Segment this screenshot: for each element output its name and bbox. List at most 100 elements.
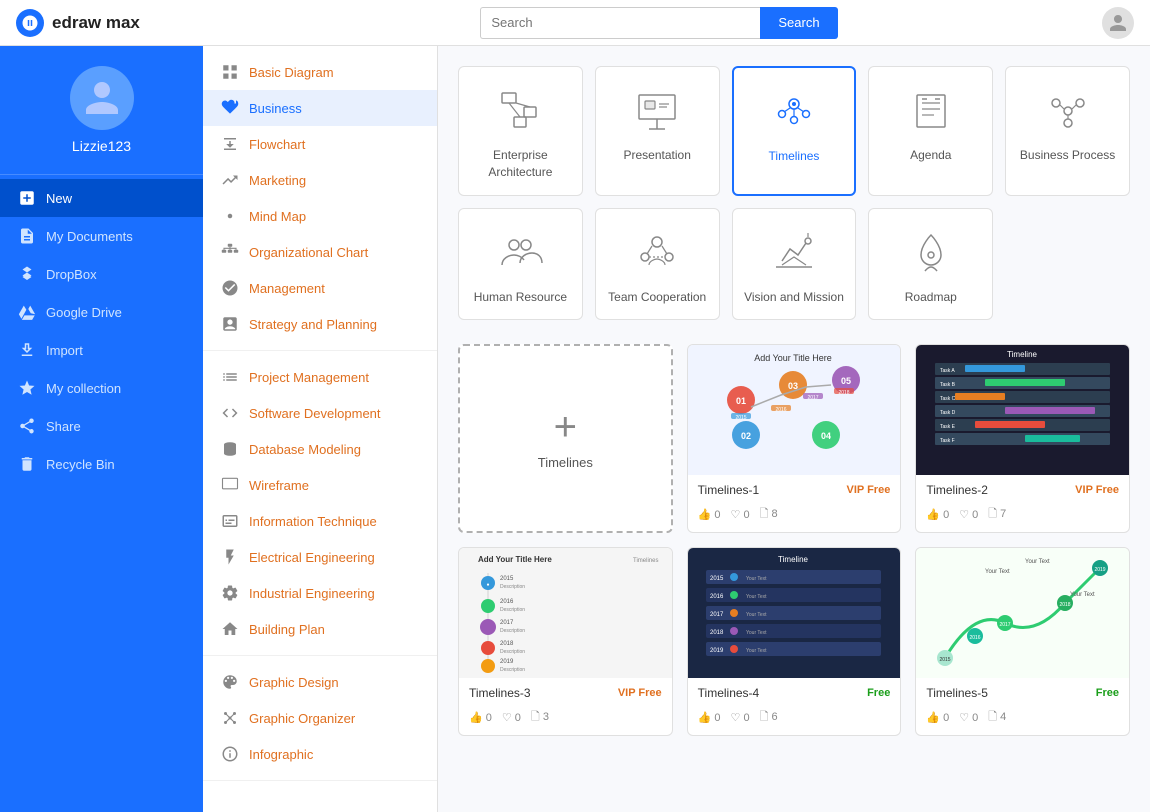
svg-text:Task A: Task A [940, 368, 955, 374]
add-new-template[interactable]: + Timelines [458, 344, 673, 533]
menu-item-electrical[interactable]: Electrical Engineering [203, 539, 437, 575]
cat-card-team-cooperation[interactable]: Team Cooperation [595, 208, 720, 321]
cat-card-timelines[interactable]: Timelines [732, 66, 857, 196]
cat-card-business-process[interactable]: Business Process [1005, 66, 1130, 196]
business-process-icon [1042, 85, 1094, 137]
svg-text:Your Text: Your Text [746, 648, 767, 654]
menu-label-db: Database Modeling [249, 442, 361, 457]
template-timelines-5[interactable]: Your Text Your Text Your Text 2017 2018 … [915, 547, 1130, 736]
svg-text:05: 05 [841, 376, 851, 386]
timelines-icon [768, 86, 820, 138]
svg-text:2015: 2015 [710, 576, 724, 582]
category-grid: EnterpriseArchitecture Presentation [458, 66, 1130, 320]
avatar [70, 66, 134, 130]
menu-item-building[interactable]: Building Plan [203, 611, 437, 647]
svg-text:2015: 2015 [736, 415, 747, 421]
timelines-3-preview: Add Your Title Here Timelines ● 2015 Des… [459, 548, 672, 678]
menu-item-db-modeling[interactable]: Database Modeling [203, 431, 437, 467]
sidebar-item-dropbox[interactable]: DropBox [0, 255, 203, 293]
svg-text:2017: 2017 [500, 620, 514, 626]
svg-text:Timelines: Timelines [633, 558, 658, 564]
svg-text:Your Text: Your Text [1070, 592, 1095, 598]
cat-card-roadmap[interactable]: Roadmap [868, 208, 993, 321]
timelines-3-copies: 🗋 3 [531, 708, 549, 727]
menu-item-graphic-design[interactable]: Graphic Design [203, 664, 437, 700]
timelines-1-copies: 🗋 8 [760, 505, 778, 524]
cat-label-team-cooperation: Team Cooperation [608, 289, 706, 306]
svg-text:Add Your Title Here: Add Your Title Here [478, 555, 552, 564]
menu-item-infographic[interactable]: Infographic [203, 736, 437, 772]
svg-text:Your Text: Your Text [746, 576, 767, 582]
template-timelines-1[interactable]: Add Your Title Here 01 03 05 02 04 20 [687, 344, 902, 533]
cat-card-vision-mission[interactable]: Vision and Mission [732, 208, 857, 321]
sidebar-item-import[interactable]: Import [0, 331, 203, 369]
sidebar: Lizzie123 New My Documents DropBox Googl… [0, 46, 203, 812]
menu-item-marketing[interactable]: Marketing [203, 162, 437, 198]
menu-item-project-mgmt[interactable]: Project Management [203, 359, 437, 395]
sidebar-item-label-share: Share [46, 419, 81, 434]
menu-item-wireframe[interactable]: Wireframe [203, 467, 437, 503]
search-input[interactable] [480, 7, 760, 39]
menu-item-info-tech[interactable]: Information Technique [203, 503, 437, 539]
template-timelines-3[interactable]: Add Your Title Here Timelines ● 2015 Des… [458, 547, 673, 736]
timelines-2-stats: 👍 0 ♡ 0 🗋 7 [916, 505, 1129, 532]
svg-text:Task C: Task C [940, 396, 956, 402]
sidebar-item-my-documents[interactable]: My Documents [0, 217, 203, 255]
cat-card-agenda[interactable]: Agenda [868, 66, 993, 196]
sidebar-item-share[interactable]: Share [0, 407, 203, 445]
svg-text:01: 01 [736, 396, 746, 406]
timelines-5-stats: 👍 0 ♡ 0 🗋 4 [916, 708, 1129, 735]
template-timelines-4[interactable]: Timeline 2015 Your Text 2016 Your Text 2… [687, 547, 902, 736]
cat-card-human-resource[interactable]: Human Resource [458, 208, 583, 321]
svg-text:2016: 2016 [776, 407, 787, 413]
user-avatar-icon[interactable] [1102, 7, 1134, 39]
menu-item-strategy[interactable]: Strategy and Planning [203, 306, 437, 342]
svg-text:04: 04 [821, 431, 831, 441]
main-layout: Lizzie123 New My Documents DropBox Googl… [0, 46, 1150, 812]
timelines-1-stats: 👍 0 ♡ 0 🗋 8 [688, 505, 901, 532]
sidebar-item-new[interactable]: New [0, 179, 203, 217]
cat-label-business-process: Business Process [1020, 147, 1115, 164]
menu-label-electrical: Electrical Engineering [249, 550, 375, 565]
vision-mission-icon [768, 227, 820, 279]
svg-text:Description: Description [500, 607, 525, 613]
cat-label-enterprise: EnterpriseArchitecture [488, 147, 552, 181]
content-area: EnterpriseArchitecture Presentation [438, 46, 1150, 812]
menu-item-industrial[interactable]: Industrial Engineering [203, 575, 437, 611]
sidebar-item-recycle-bin[interactable]: Recycle Bin [0, 445, 203, 483]
svg-text:Description: Description [500, 667, 525, 673]
cat-card-enterprise-architecture[interactable]: EnterpriseArchitecture [458, 66, 583, 196]
svg-text:2018: 2018 [839, 390, 850, 396]
svg-text:2019: 2019 [710, 648, 724, 654]
menu-item-business[interactable]: Business [203, 90, 437, 126]
menu-label-management: Management [249, 281, 325, 296]
search-button[interactable]: Search [760, 7, 837, 39]
svg-text:Task D: Task D [940, 410, 956, 416]
menu-item-graphic-organizer[interactable]: Graphic Organizer [203, 700, 437, 736]
svg-text:Description: Description [500, 649, 525, 655]
menu-label-building: Building Plan [249, 622, 325, 637]
menu-item-management[interactable]: Management [203, 270, 437, 306]
menu-item-org-chart[interactable]: Organizational Chart [203, 234, 437, 270]
svg-text:2016: 2016 [710, 594, 724, 600]
menu-section-3: Graphic Design Graphic Organizer Infogra… [203, 656, 437, 781]
svg-text:Task E: Task E [940, 424, 956, 430]
menu-item-mind-map[interactable]: Mind Map [203, 198, 437, 234]
template-timelines-2[interactable]: Timeline Task A Task B Task C Task D [915, 344, 1130, 533]
timelines-3-stats: 👍 0 ♡ 0 🗋 3 [459, 708, 672, 735]
timelines-3-badge: VIP Free [618, 687, 662, 699]
menu-item-basic-diagram[interactable]: Basic Diagram [203, 54, 437, 90]
cat-card-presentation[interactable]: Presentation [595, 66, 720, 196]
menu-item-software-dev[interactable]: Software Development [203, 395, 437, 431]
menu-label-flowchart: Flowchart [249, 137, 305, 152]
svg-text:Task B: Task B [940, 382, 956, 388]
svg-text:2019: 2019 [500, 659, 514, 665]
svg-text:Description: Description [500, 628, 525, 634]
menu-item-flowchart[interactable]: Flowchart [203, 126, 437, 162]
menu-label-software: Software Development [249, 406, 381, 421]
sidebar-item-my-collection[interactable]: My collection [0, 369, 203, 407]
menu-label-infographic: Infographic [249, 747, 313, 762]
sidebar-item-google-drive[interactable]: Google Drive [0, 293, 203, 331]
add-template-label: Timelines [538, 455, 593, 470]
menu-label-marketing: Marketing [249, 173, 306, 188]
